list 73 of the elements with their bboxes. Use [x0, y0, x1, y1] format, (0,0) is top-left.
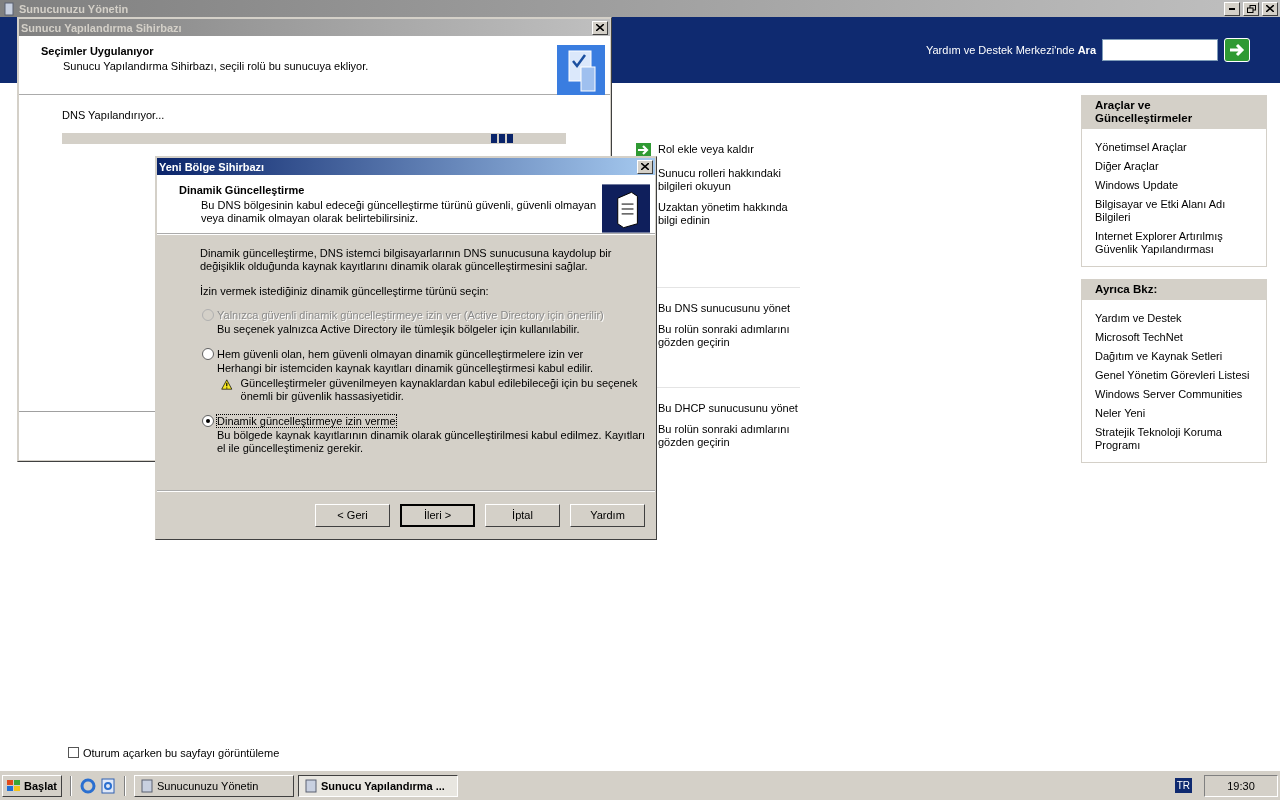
start-button[interactable]: Başlat: [2, 774, 63, 797]
window-title: Sunucunuzu Yönetin: [19, 2, 130, 15]
window-title: Yeni Bölge Sihirbazı: [159, 160, 266, 173]
marquee-blocks: [491, 134, 513, 143]
server-icon: [305, 778, 318, 793]
task-link[interactable]: Bu DNS sunucusunu yönet: [658, 302, 800, 315]
panel-link[interactable]: Yardım ve Destek: [1095, 312, 1253, 325]
task-link[interactable]: Bu DHCP sunucusunu yönet: [658, 402, 800, 415]
panel-link[interactable]: Dağıtım ve Kaynak Setleri: [1095, 350, 1253, 363]
option-description: Bu seçenek yalnızca Active Directory ile tümleşik bölgeler için kullanılabilir.: [216, 323, 581, 336]
server-icon: [141, 778, 154, 793]
close-button[interactable]: [637, 159, 653, 174]
panel-link[interactable]: Diğer Araçlar: [1095, 160, 1253, 173]
wizard-subtitle: Sunucu Yapılandırma Sihirbazı, seçili rolü bu sunucuya ekliyor.: [62, 60, 369, 73]
close-button[interactable]: [1262, 1, 1278, 16]
panel-link[interactable]: Stratejik Teknoloji Koruma Programı: [1095, 426, 1253, 452]
close-icon: [1266, 5, 1274, 12]
taskbar-button[interactable]: Sunucunuzu Yönetin: [134, 774, 295, 797]
minimize-button[interactable]: [1224, 1, 1240, 16]
search-label: Yardım ve Destek Merkezi'nde Ara: [925, 44, 1096, 56]
minimize-icon: [1229, 7, 1235, 10]
close-button[interactable]: [592, 20, 608, 35]
panel-link[interactable]: Yönetimsel Araçlar: [1095, 141, 1253, 154]
panel-title: Araçlar ve Güncelleştirmeler: [1082, 96, 1266, 129]
search-field[interactable]: [1102, 39, 1218, 61]
dialog-subtitle: Bu DNS bölgesinin kabul edeceği güncelleştirme türünü güvenli, güvenli olmayan veya dinamik olmayan olarak belirtebilirsiniz.: [200, 199, 597, 225]
panel-link[interactable]: Windows Server Communities: [1095, 388, 1253, 401]
clock: 19:30: [1204, 774, 1278, 797]
panel-link[interactable]: Genel Yönetim Görevleri Listesi: [1095, 369, 1253, 382]
warning-text: Güncelleştirmeler güvenilmeyen kaynaklardan kabul edilebileceği için bu seçenek önemli bir güvenlik hassasiyetidir.: [240, 377, 639, 403]
panel-link[interactable]: Bilgisayar ve Etki Alanı Adı Bilgileri: [1095, 198, 1253, 224]
dialog-button[interactable]: İleri >: [400, 503, 475, 527]
document-icon[interactable]: [100, 777, 117, 794]
intro-text: Dinamik güncelleştirme, DNS istemci bilgisayarlarının DNS sunucusuna kaydolup bir değişiklik olduğunda kaynak kayıtlarını dinamik olarak güncelleştirmesini sağlar.: [200, 247, 613, 273]
arrow-icon: [1229, 43, 1245, 57]
option-description: Bu bölgede kaynak kayıtlarının dinamik olarak güncelleştirilmesi kabul edilmez. Kayıtları el ile güncelleştimeniz gerekir.: [216, 429, 646, 455]
task-link[interactable]: Uzaktan yönetim hakkında bilgi edinin: [658, 201, 800, 227]
language-indicator[interactable]: TR: [1174, 778, 1192, 793]
task-link[interactable]: Sunucu rolleri hakkındaki bilgileri okuyun: [658, 167, 800, 193]
taskbar-button[interactable]: Sunucu Yapılandırma ...: [298, 774, 459, 797]
option-label[interactable]: Hem güvenli olan, hem güvenli olmayan dinamik güncelleştirmelere izin ver: [217, 348, 584, 360]
radio-button[interactable]: [202, 348, 214, 360]
task-link[interactable]: Bu rolün sonraki adımlarını gözden geçirin: [658, 423, 800, 449]
go-button[interactable]: [1224, 38, 1250, 62]
panel-link[interactable]: Neler Yeni: [1095, 407, 1253, 420]
panel-title: Ayrıca Bkz:: [1082, 280, 1266, 300]
task-link[interactable]: Rol ekle veya kaldır: [658, 143, 800, 156]
task-link[interactable]: Bu rolün sonraki adımlarını gözden geçirin: [658, 323, 800, 349]
prompt-text: İzin vermek istediğiniz dinamik güncelleştirme türünü seçin:: [200, 285, 490, 297]
window-title: Sunucu Yapılandırma Sihirbazı: [21, 21, 183, 34]
browser-icon[interactable]: [80, 777, 97, 794]
wizard-heading: Seçimler Uygulanıyor: [41, 45, 155, 57]
radio-button[interactable]: [202, 415, 214, 427]
panel-link[interactable]: Microsoft TechNet: [1095, 331, 1253, 344]
server-icon: [2, 1, 16, 16]
panel-link[interactable]: Windows Update: [1095, 179, 1253, 192]
option-label[interactable]: Dinamik güncelleştirmeye izin verme: [217, 415, 396, 427]
dialog-button[interactable]: < Geri: [315, 503, 390, 527]
warning-icon: [221, 377, 233, 392]
arrow-icon: [636, 143, 651, 157]
restore-button[interactable]: [1243, 1, 1259, 16]
windows-flag-icon: [7, 779, 21, 792]
checkbox[interactable]: [68, 747, 79, 758]
panel-link[interactable]: Internet Explorer Artırılmış Güvenlik Yapılandırması: [1095, 230, 1253, 256]
dialog-button[interactable]: İptal: [485, 503, 560, 527]
restore-icon: [1246, 4, 1256, 13]
status-text: DNS Yapılandırıyor...: [62, 109, 166, 121]
dialog-heading: Dinamik Güncelleştirme: [179, 184, 306, 196]
option-description: Herhangi bir istemciden kaynak kayıtları dinamik güncelleştirmesi kabul edilir.: [216, 362, 594, 375]
dialog-button[interactable]: Yardım: [570, 503, 645, 527]
close-icon: [596, 24, 604, 31]
close-icon: [641, 163, 649, 170]
checkbox-label: Oturum açarken bu sayfayı görüntüleme: [83, 746, 280, 759]
